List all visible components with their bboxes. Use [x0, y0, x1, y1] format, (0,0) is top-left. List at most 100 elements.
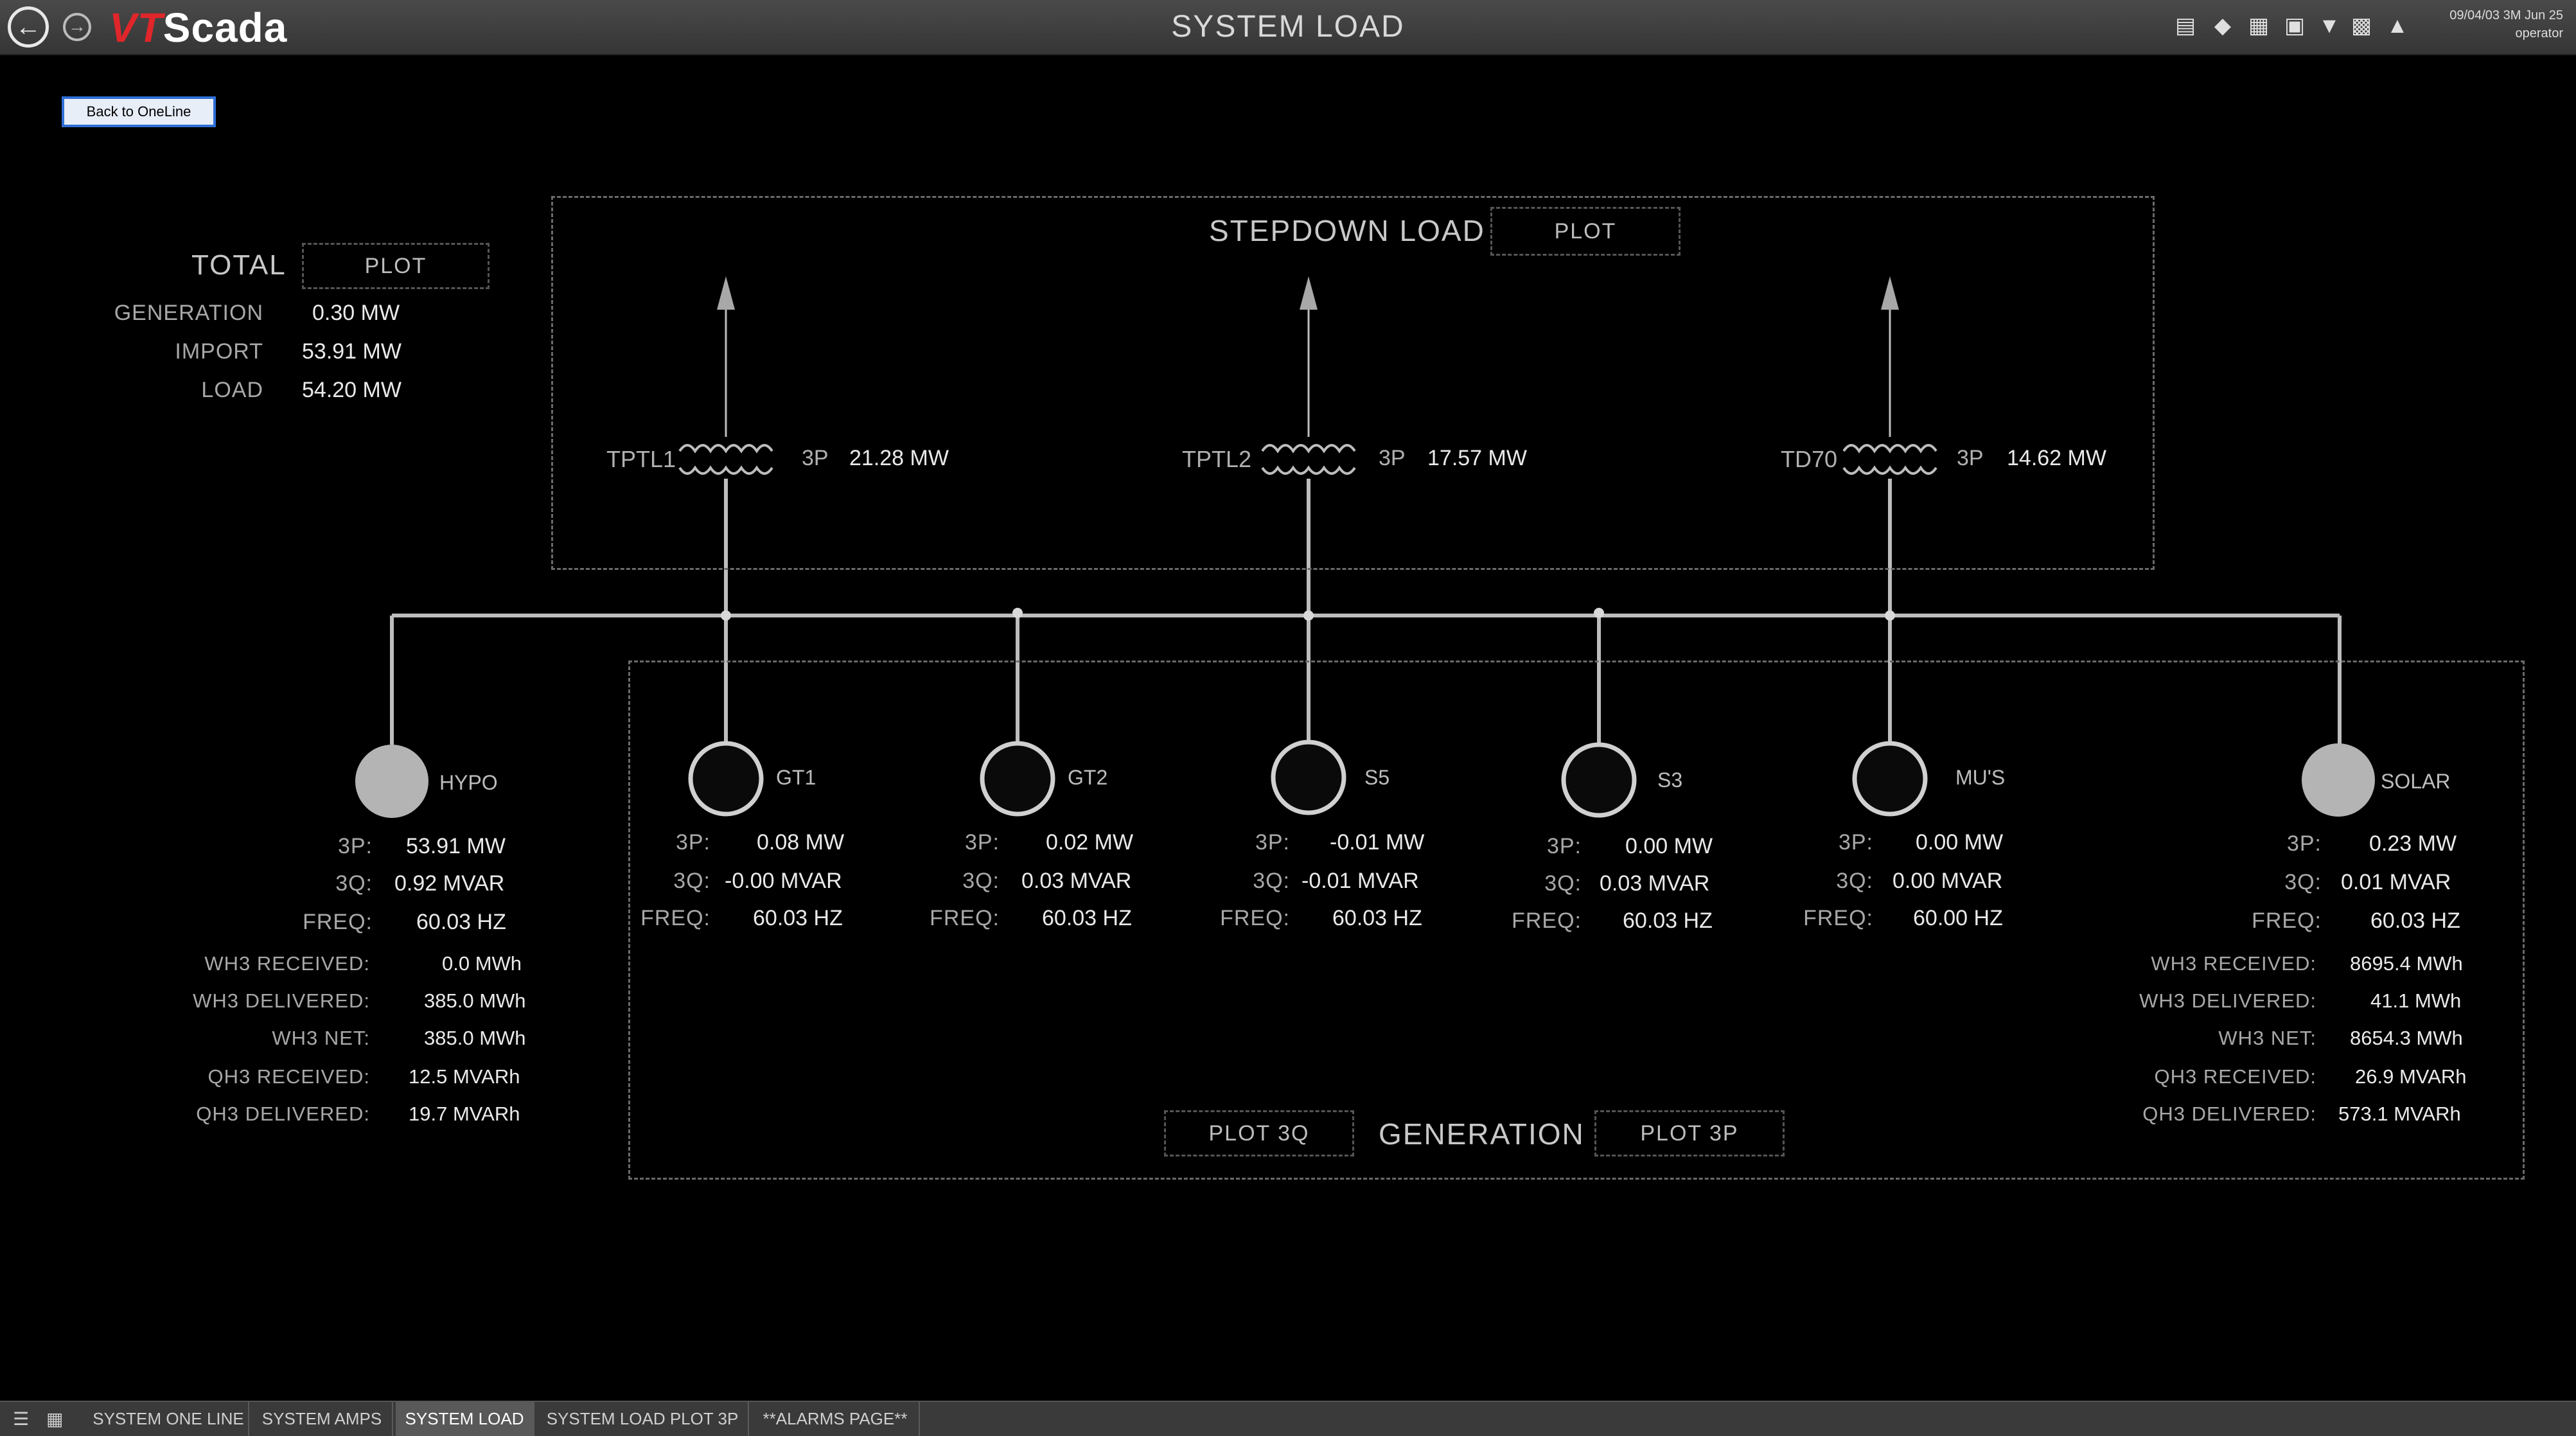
gt1-3q-label: 3Q:: [673, 869, 710, 893]
hypo-wh3-delivered-label: WH3 DELIVERED:: [193, 989, 370, 1012]
hypo-wh3-received-value: 0.0 MWh: [442, 952, 522, 975]
bus-junction-tptl2: [1303, 610, 1314, 621]
generation-plot-3p-button[interactable]: PLOT 3P: [1594, 1110, 1785, 1157]
hypo-wh3-delivered-value: 385.0 MWh: [424, 989, 526, 1012]
total-title: TOTAL: [191, 249, 287, 281]
solar-freq-value: 60.03 HZ: [2370, 909, 2460, 933]
gt1-3p-value: 0.08 MW: [757, 830, 845, 855]
gt2-3p-label: 3P:: [964, 830, 1000, 855]
hypo-3p-value: 53.91 MW: [406, 834, 506, 858]
transformer-tptl1-name: TPTL1: [606, 446, 676, 472]
transformer-tptl2-name: TPTL2: [1182, 446, 1252, 472]
mus-3p-value: 0.00 MW: [1916, 830, 2004, 855]
node-hypo: [355, 745, 428, 818]
hypo-qh3-delivered-value: 19.7 MVARh: [409, 1103, 520, 1125]
hypo-3q-label: 3Q:: [335, 871, 373, 896]
hypo-qh3-delivered-label: QH3 DELIVERED:: [196, 1103, 370, 1125]
tab-system-load-plot-3p[interactable]: SYSTEM LOAD PLOT 3P: [537, 1402, 749, 1436]
transformer-tptl1-label: 3P: [802, 446, 829, 470]
mus-freq-value: 60.00 HZ: [1913, 906, 2003, 930]
solar-3p-value: 0.23 MW: [2369, 831, 2457, 856]
bus-junction-gt2: [1012, 608, 1023, 618]
s3-3q-label: 3Q:: [1544, 871, 1582, 896]
tab-system-amps[interactable]: SYSTEM AMPS: [252, 1402, 393, 1436]
hypo-3q-value: 0.92 MVAR: [394, 871, 505, 896]
hypo-wh3-received-label: WH3 RECEIVED:: [204, 952, 370, 975]
list-view-icon[interactable]: ☰: [13, 1410, 32, 1429]
solar-wh3-received-value: 8695.4 MWh: [2350, 952, 2463, 975]
gt2-3q-value: 0.03 MVAR: [1021, 869, 1132, 893]
solar-qh3-delivered-label: QH3 DELIVERED:: [2142, 1103, 2316, 1125]
solar-3q-label: 3Q:: [2284, 870, 2322, 894]
generation-title: GENERATION: [1379, 1117, 1585, 1151]
solar-qh3-received-label: QH3 RECEIVED:: [2154, 1065, 2316, 1088]
hypo-freq-value: 60.03 HZ: [416, 910, 506, 934]
total-import-label: IMPORT: [175, 339, 263, 364]
tab-system-load[interactable]: SYSTEM LOAD: [396, 1402, 534, 1436]
s5-3q-label: 3Q:: [1253, 869, 1290, 893]
node-gt1-name: GT1: [776, 766, 816, 789]
s3-3p-value: 0.00 MW: [1625, 834, 1713, 858]
gt2-freq-label: FREQ:: [930, 906, 1000, 930]
node-mus-name: MU'S: [1955, 766, 2006, 789]
node-s5-name: S5: [1364, 766, 1390, 789]
total-load-label: LOAD: [201, 378, 263, 402]
transformer-tptl2-value: 17.57 MW: [1427, 446, 1527, 470]
total-plot-button[interactable]: PLOT: [302, 243, 490, 289]
node-gt2-name: GT2: [1068, 766, 1108, 789]
gt1-3q-value: -0.00 MVAR: [725, 869, 842, 893]
total-load-value: 54.20 MW: [302, 378, 401, 402]
s5-freq-label: FREQ:: [1220, 906, 1290, 930]
solar-freq-label: FREQ:: [2252, 909, 2322, 933]
tab-system-one-line[interactable]: SYSTEM ONE LINE: [89, 1402, 249, 1436]
transformer-tptl1-value: 21.28 MW: [849, 446, 949, 470]
s3-3p-label: 3P:: [1546, 834, 1582, 858]
generation-plot-3q-button[interactable]: PLOT 3Q: [1164, 1110, 1354, 1157]
transformer-tptl2-label: 3P: [1379, 446, 1406, 470]
solar-qh3-received-value: 26.9 MVARh: [2355, 1065, 2467, 1088]
s5-3p-label: 3P:: [1255, 830, 1290, 855]
solar-wh3-delivered-label: WH3 DELIVERED:: [2139, 989, 2316, 1012]
hypo-freq-label: FREQ:: [303, 910, 373, 934]
transformer-td70-name: TD70: [1781, 446, 1838, 472]
s5-freq-value: 60.03 HZ: [1332, 906, 1422, 930]
tab-alarms-page[interactable]: **ALARMS PAGE**: [752, 1402, 920, 1436]
total-generation-value: 0.30 MW: [312, 301, 400, 325]
bus-junction-s3: [1594, 608, 1604, 618]
hypo-wh3-net-label: WH3 NET:: [272, 1027, 370, 1049]
solar-3q-value: 0.01 MVAR: [2341, 870, 2451, 894]
s3-freq-label: FREQ:: [1512, 909, 1582, 933]
gt1-freq-value: 60.03 HZ: [753, 906, 843, 930]
node-solar-name: SOLAR: [2381, 770, 2451, 793]
transformer-td70-value: 14.62 MW: [2007, 446, 2106, 470]
gt2-3p-value: 0.02 MW: [1046, 830, 1134, 855]
mus-3q-label: 3Q:: [1836, 869, 1873, 893]
gt2-freq-value: 60.03 HZ: [1042, 906, 1132, 930]
stepdown-load-box: [551, 196, 2155, 570]
solar-wh3-net-value: 8654.3 MWh: [2350, 1027, 2463, 1049]
node-s3-name: S3: [1657, 768, 1683, 792]
hypo-3p-label: 3P:: [337, 834, 373, 858]
grid-view-icon[interactable]: ▦: [46, 1410, 66, 1429]
gt2-3q-label: 3Q:: [962, 869, 1000, 893]
s5-3q-value: -0.01 MVAR: [1301, 869, 1419, 893]
solar-3p-label: 3P:: [2286, 831, 2322, 856]
stepdown-load-title: STEPDOWN LOAD: [1209, 214, 1485, 247]
mus-freq-label: FREQ:: [1803, 906, 1873, 930]
solar-qh3-delivered-value: 573.1 MVARh: [2338, 1103, 2461, 1125]
mus-3q-value: 0.00 MVAR: [1892, 869, 2003, 893]
hypo-wh3-net-value: 385.0 MWh: [424, 1027, 526, 1049]
gt1-freq-label: FREQ:: [640, 906, 710, 930]
s3-freq-value: 60.03 HZ: [1623, 909, 1713, 933]
solar-wh3-received-label: WH3 RECEIVED:: [2151, 952, 2316, 975]
bus-junction-tptl1: [721, 610, 731, 621]
total-generation-label: GENERATION: [114, 301, 263, 325]
solar-wh3-net-label: WH3 NET:: [2218, 1027, 2316, 1049]
node-hypo-name: HYPO: [439, 771, 498, 794]
mus-3p-label: 3P:: [1838, 830, 1873, 855]
stepdown-plot-button[interactable]: PLOT: [1490, 207, 1681, 256]
page-taskbar: ☰ ▦ SYSTEM ONE LINE SYSTEM AMPS SYSTEM L…: [0, 1401, 2576, 1436]
s5-3p-value: -0.01 MW: [1330, 830, 1425, 855]
bus-junction-td70: [1885, 610, 1895, 621]
solar-wh3-delivered-value: 41.1 MWh: [2370, 989, 2462, 1012]
